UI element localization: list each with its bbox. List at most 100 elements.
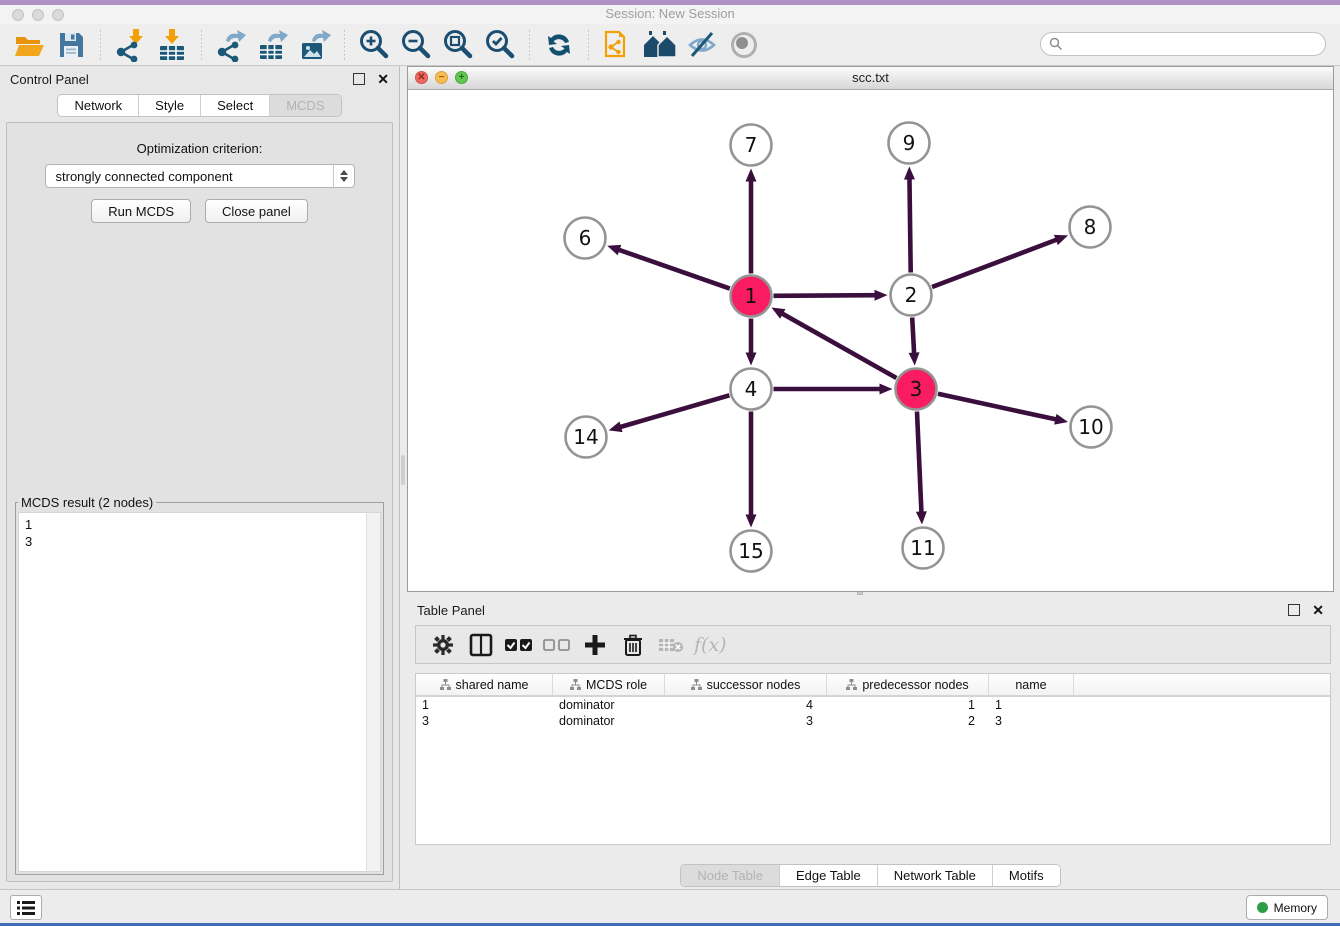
- graph-edge-1-6[interactable]: [607, 245, 730, 289]
- column-header-shared-name[interactable]: shared name: [416, 674, 553, 695]
- task-history-button[interactable]: [10, 895, 42, 920]
- main-toolbar: [0, 24, 1340, 66]
- column-header-name[interactable]: name: [989, 674, 1074, 695]
- graph-edge-3-10[interactable]: [938, 394, 1068, 425]
- task-list-icon: [17, 901, 35, 915]
- graph-node-6[interactable]: 6: [565, 218, 606, 259]
- toolbar-separator: [201, 30, 202, 60]
- graph-node-3[interactable]: 3: [896, 369, 937, 410]
- network-view-window: ✕ − + scc.txt 7 9 6 8 1 2 4 3 14 10 15 11: [407, 66, 1334, 592]
- export-table-icon[interactable]: [255, 27, 291, 63]
- network-window-titlebar[interactable]: ✕ − + scc.txt: [408, 67, 1333, 90]
- tab-mcds[interactable]: MCDS: [270, 95, 340, 116]
- control-panel: Control Panel ✕ Network Style Select MCD…: [0, 66, 400, 890]
- cell-mcds-role[interactable]: dominator: [553, 698, 665, 712]
- mcds-result-group: MCDS result (2 nodes) 1 3: [15, 495, 384, 875]
- graph-node-1[interactable]: 1: [731, 276, 772, 317]
- graph-node-9[interactable]: 9: [889, 123, 930, 164]
- zoom-fit-icon[interactable]: [440, 27, 476, 63]
- cell-shared-name[interactable]: 3: [416, 714, 553, 728]
- table-toolbar: f(x): [415, 625, 1331, 664]
- close-panel-icon[interactable]: ✕: [377, 74, 389, 84]
- graph-edge-2-9[interactable]: [904, 166, 915, 272]
- deselect-all-icon[interactable]: [540, 630, 574, 660]
- graph-node-11[interactable]: 11: [903, 528, 944, 569]
- column-header-predecessor-nodes[interactable]: predecessor nodes: [827, 674, 989, 695]
- graph-edge-1-7[interactable]: [746, 169, 757, 274]
- tab-node-table[interactable]: Node Table: [681, 865, 780, 886]
- optimization-criterion-select[interactable]: strongly connected component: [45, 164, 355, 188]
- zoom-in-icon[interactable]: [356, 27, 392, 63]
- apply-layout-icon[interactable]: [541, 27, 577, 63]
- graph-edge-2-3[interactable]: [909, 317, 920, 365]
- delete-column-icon[interactable]: [616, 630, 650, 660]
- function-builder-icon[interactable]: f(x): [694, 634, 727, 656]
- graph-node-15[interactable]: 15: [731, 531, 772, 572]
- delete-table-icon[interactable]: [654, 630, 688, 660]
- panel-splitter-handle[interactable]: [401, 455, 405, 485]
- tab-edge-table[interactable]: Edge Table: [780, 865, 878, 886]
- graph-edge-4-14[interactable]: [609, 395, 730, 432]
- cell-predecessor-nodes[interactable]: 2: [827, 714, 989, 728]
- cell-successor-nodes[interactable]: 4: [665, 698, 827, 712]
- node-table: shared name MCDS role successor nodes pr…: [415, 673, 1331, 845]
- memory-status-button[interactable]: Memory: [1246, 895, 1328, 920]
- tab-network[interactable]: Network: [58, 95, 139, 116]
- graph-node-4[interactable]: 4: [731, 369, 772, 410]
- graph-node-2[interactable]: 2: [891, 275, 932, 316]
- graph-node-7[interactable]: 7: [731, 125, 772, 166]
- export-network-icon[interactable]: [213, 27, 249, 63]
- run-mcds-button[interactable]: Run MCDS: [91, 199, 191, 223]
- table-row[interactable]: 3 dominator 3 2 3: [416, 713, 1330, 729]
- graph-node-10[interactable]: 10: [1071, 407, 1112, 448]
- close-table-panel-icon[interactable]: ✕: [1312, 605, 1324, 615]
- column-header-mcds-role[interactable]: MCDS role: [553, 674, 665, 695]
- add-column-icon[interactable]: [578, 630, 612, 660]
- float-panel-icon[interactable]: [353, 73, 365, 85]
- column-header-successor-nodes[interactable]: successor nodes: [665, 674, 827, 695]
- cell-successor-nodes[interactable]: 3: [665, 714, 827, 728]
- select-all-icon[interactable]: [502, 630, 536, 660]
- tab-motifs[interactable]: Motifs: [993, 865, 1060, 886]
- zoom-out-icon[interactable]: [398, 27, 434, 63]
- graph-edge-2-8[interactable]: [932, 235, 1068, 287]
- mcds-result-node: 1: [25, 516, 374, 533]
- mcds-result-list[interactable]: 1 3: [18, 512, 381, 872]
- import-network-icon[interactable]: [112, 27, 148, 63]
- zoom-selected-icon[interactable]: [482, 27, 518, 63]
- open-session-icon[interactable]: [11, 27, 47, 63]
- show-columns-icon[interactable]: [464, 630, 498, 660]
- close-panel-button[interactable]: Close panel: [205, 199, 308, 223]
- graph-edge-3-1[interactable]: [771, 308, 896, 378]
- table-settings-icon[interactable]: [426, 630, 460, 660]
- first-neighbors-icon[interactable]: [642, 27, 678, 63]
- search-field[interactable]: [1040, 32, 1326, 56]
- hide-selected-icon[interactable]: [684, 27, 720, 63]
- cell-predecessor-nodes[interactable]: 1: [827, 698, 989, 712]
- new-network-from-selection-icon[interactable]: [600, 27, 636, 63]
- cell-name[interactable]: 1: [989, 698, 1074, 712]
- graph-node-8[interactable]: 8: [1070, 207, 1111, 248]
- float-table-panel-icon[interactable]: [1288, 604, 1300, 616]
- import-table-icon[interactable]: [154, 27, 190, 63]
- graph-node-14[interactable]: 14: [566, 417, 607, 458]
- graph-edge-1-4[interactable]: [746, 319, 757, 366]
- graph-edge-4-15[interactable]: [746, 412, 757, 528]
- network-graph[interactable]: 7 9 6 8 1 2 4 3 14 10 15 11: [408, 89, 1333, 591]
- show-all-icon[interactable]: [726, 27, 762, 63]
- save-session-icon[interactable]: [53, 27, 89, 63]
- cell-shared-name[interactable]: 1: [416, 698, 553, 712]
- graph-edge-4-3[interactable]: [774, 384, 893, 395]
- tab-network-table[interactable]: Network Table: [878, 865, 993, 886]
- cell-mcds-role[interactable]: dominator: [553, 714, 665, 728]
- network-canvas[interactable]: 7 9 6 8 1 2 4 3 14 10 15 11: [408, 89, 1333, 591]
- result-scrollbar[interactable]: [366, 513, 380, 871]
- table-row[interactable]: 1 dominator 4 1 1: [416, 697, 1330, 713]
- graph-edge-1-2[interactable]: [773, 290, 887, 301]
- search-input[interactable]: [1068, 36, 1325, 52]
- tab-select[interactable]: Select: [201, 95, 270, 116]
- tab-style[interactable]: Style: [139, 95, 201, 116]
- export-image-icon[interactable]: [297, 27, 333, 63]
- graph-edge-3-11[interactable]: [916, 411, 927, 524]
- cell-name[interactable]: 3: [989, 714, 1074, 728]
